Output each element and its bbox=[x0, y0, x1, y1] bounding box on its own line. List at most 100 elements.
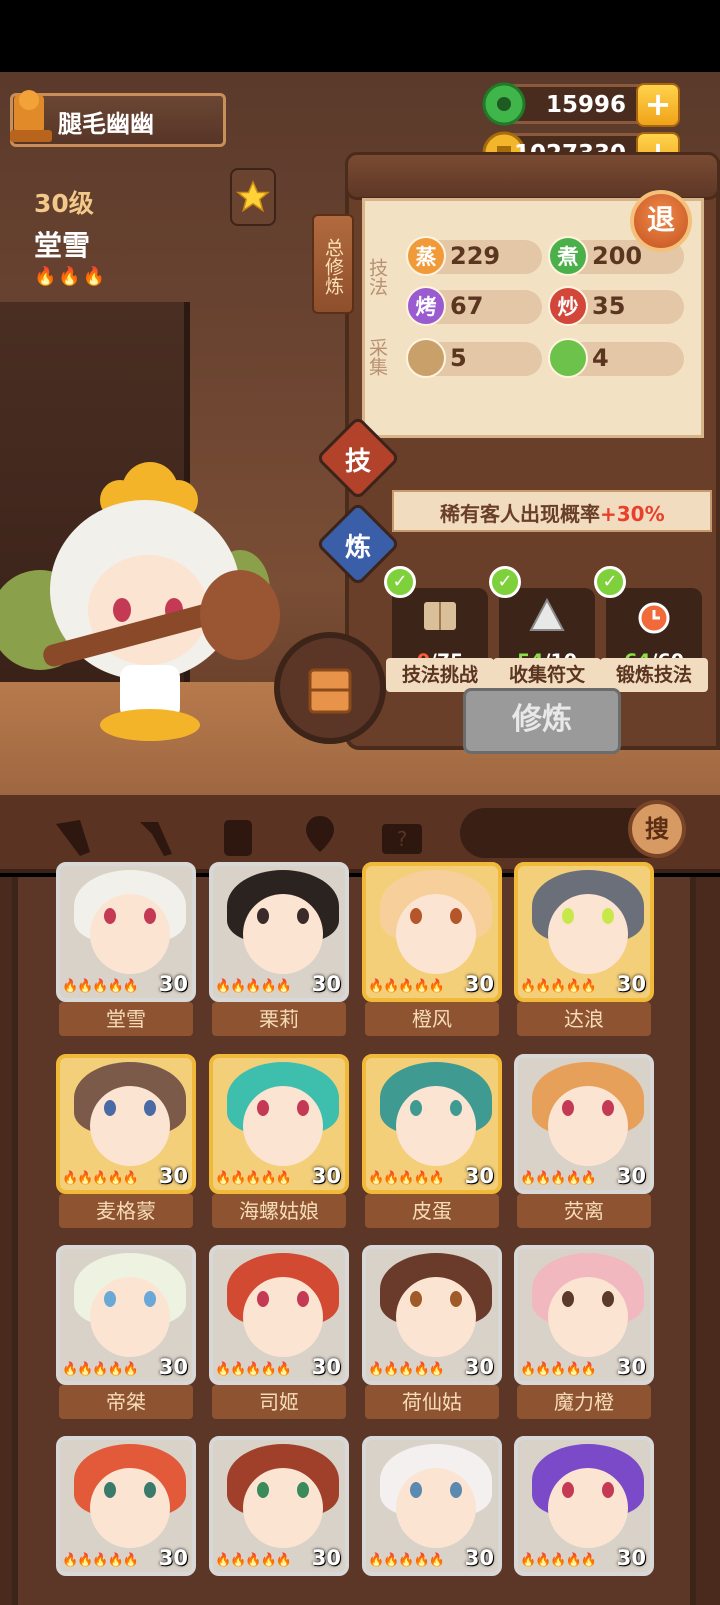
character-card[interactable]: 🔥🔥🔥🔥🔥 30 bbox=[56, 1054, 196, 1194]
portrait-eye bbox=[410, 1100, 422, 1116]
stat-steam-value: 229 bbox=[450, 242, 501, 270]
card-level: 30 bbox=[464, 1355, 494, 1379]
portrait-eye bbox=[410, 1482, 422, 1498]
card-name: 皮蛋 bbox=[365, 1194, 499, 1228]
kitchen-knife-icon[interactable] bbox=[50, 812, 98, 860]
portrait-face bbox=[396, 894, 476, 974]
portrait-eye bbox=[602, 1482, 614, 1498]
card-name: 麦格蒙 bbox=[59, 1194, 193, 1228]
character-card[interactable]: 🔥🔥🔥🔥🔥 30 bbox=[56, 1245, 196, 1385]
portrait-face bbox=[243, 894, 323, 974]
character-card[interactable]: 🔥🔥🔥🔥🔥 30 bbox=[514, 862, 654, 1002]
chef-avatar-icon[interactable] bbox=[6, 84, 56, 148]
portrait-face bbox=[90, 894, 170, 974]
character-card[interactable]: 🔥🔥🔥🔥🔥 30 bbox=[56, 1436, 196, 1576]
favorite-star-button[interactable] bbox=[230, 168, 276, 226]
portrait-eye bbox=[562, 1100, 574, 1116]
card-level: 30 bbox=[616, 1164, 646, 1188]
character-sprite bbox=[0, 462, 280, 741]
add-jade-button[interactable]: + bbox=[636, 83, 680, 127]
stat-stirfry: 炒 35 bbox=[548, 286, 684, 326]
portrait-eye bbox=[144, 1482, 156, 1498]
portrait-face bbox=[548, 1468, 628, 1548]
portrait-face bbox=[396, 1277, 476, 1357]
character-card[interactable]: 🔥🔥🔥🔥🔥 30 bbox=[362, 1245, 502, 1385]
stat-boil-value: 200 bbox=[592, 242, 643, 270]
stat-grain-value: 5 bbox=[450, 344, 467, 372]
portrait-eye bbox=[144, 908, 156, 924]
flame-rating-icon: 🔥🔥🔥🔥🔥 bbox=[368, 1362, 445, 1377]
character-card[interactable]: 🔥🔥🔥🔥🔥 30 bbox=[362, 1436, 502, 1576]
portrait-face bbox=[243, 1468, 323, 1548]
portrait-eye bbox=[144, 1100, 156, 1116]
character-card[interactable]: 🔥🔥🔥🔥🔥 30 bbox=[209, 1054, 349, 1194]
cabbage-icon bbox=[548, 338, 588, 378]
jade-amount: 15996 bbox=[545, 92, 626, 118]
rune-icon bbox=[529, 597, 565, 631]
portrait-eye bbox=[602, 1291, 614, 1307]
shovel-icon[interactable] bbox=[132, 812, 180, 860]
treasure-chest-button[interactable] bbox=[274, 632, 386, 744]
check-icon: ✓ bbox=[594, 566, 626, 598]
boil-icon: 煮 bbox=[548, 236, 588, 276]
portrait-eye bbox=[410, 908, 422, 924]
total-cultivation-tag: 总修炼 bbox=[312, 214, 354, 314]
card-level: 30 bbox=[616, 1546, 646, 1570]
character-card[interactable]: 🔥🔥🔥🔥🔥 30 bbox=[209, 1436, 349, 1576]
technique-label: 技法 bbox=[366, 258, 388, 296]
jade-coin-icon bbox=[482, 82, 526, 126]
stat-vegetable-value: 4 bbox=[592, 344, 609, 372]
cultivate-button[interactable]: 修炼 bbox=[463, 688, 621, 754]
flame-rating-icon: 🔥🔥🔥🔥🔥 bbox=[62, 1553, 139, 1568]
card-name: 堂雪 bbox=[59, 1002, 193, 1036]
character-card[interactable]: 🔥🔥🔥🔥🔥 30 bbox=[362, 862, 502, 1002]
alarm-clock-icon bbox=[638, 602, 670, 634]
card-level: 30 bbox=[311, 1546, 341, 1570]
card-name: 帝桀 bbox=[59, 1385, 193, 1419]
card-level: 30 bbox=[616, 1355, 646, 1379]
stat-stirfry-value: 35 bbox=[592, 292, 626, 320]
character-card[interactable]: 🔥🔥🔥🔥🔥 30 bbox=[56, 862, 196, 1002]
character-card[interactable]: 🔥🔥🔥🔥🔥 30 bbox=[362, 1054, 502, 1194]
location-pin-icon[interactable] bbox=[296, 812, 344, 860]
portrait-eye bbox=[450, 1100, 462, 1116]
character-card[interactable]: 🔥🔥🔥🔥🔥 30 bbox=[514, 1245, 654, 1385]
portrait-eye bbox=[104, 1291, 116, 1307]
portrait-face bbox=[243, 1277, 323, 1357]
card-level: 30 bbox=[158, 1164, 188, 1188]
flame-rating-icon: 🔥🔥🔥🔥🔥 bbox=[520, 979, 597, 994]
mystery-box-icon[interactable]: ? bbox=[378, 812, 426, 860]
exit-button[interactable]: 退 bbox=[630, 190, 692, 252]
portrait-eye bbox=[104, 1100, 116, 1116]
card-level: 30 bbox=[158, 1546, 188, 1570]
flame-rating-icon: 🔥🔥🔥🔥🔥 bbox=[368, 1171, 445, 1186]
character-card[interactable]: 🔥🔥🔥🔥🔥 30 bbox=[209, 862, 349, 1002]
flame-rating-icon: 🔥🔥🔥🔥🔥 bbox=[520, 1171, 597, 1186]
card-name: 魔力橙 bbox=[517, 1385, 651, 1419]
character-card[interactable]: 🔥🔥🔥🔥🔥 30 bbox=[514, 1054, 654, 1194]
bonus-text: 稀有客人出现概率+30% bbox=[440, 502, 665, 526]
steam-icon: 蒸 bbox=[406, 236, 446, 276]
task-label: 锻炼技法 bbox=[600, 658, 708, 692]
portrait-eye bbox=[257, 1482, 269, 1498]
character-card[interactable]: 🔥🔥🔥🔥🔥 30 bbox=[209, 1245, 349, 1385]
portrait-eye bbox=[104, 908, 116, 924]
stirfry-icon: 炒 bbox=[548, 286, 588, 326]
flame-rating-icon: 🔥🔥🔥🔥🔥 bbox=[520, 1362, 597, 1377]
card-name: 达浪 bbox=[517, 1002, 651, 1036]
card-level: 30 bbox=[311, 1355, 341, 1379]
search-button[interactable]: 搜 bbox=[628, 800, 686, 858]
stat-steam: 蒸 229 bbox=[406, 236, 542, 276]
grain-basket-icon bbox=[406, 338, 446, 378]
character-card[interactable]: 🔥🔥🔥🔥🔥 30 bbox=[514, 1436, 654, 1576]
portrait-eye bbox=[602, 908, 614, 924]
portrait-eye bbox=[450, 1291, 462, 1307]
card-name: 橙风 bbox=[365, 1002, 499, 1036]
jar-icon[interactable] bbox=[214, 812, 262, 860]
portrait-eye bbox=[257, 908, 269, 924]
card-name: 海螺姑娘 bbox=[212, 1194, 346, 1228]
portrait-eye bbox=[297, 1100, 309, 1116]
portrait-eye bbox=[450, 1482, 462, 1498]
portrait-face bbox=[548, 1086, 628, 1166]
portrait-eye bbox=[602, 1100, 614, 1116]
